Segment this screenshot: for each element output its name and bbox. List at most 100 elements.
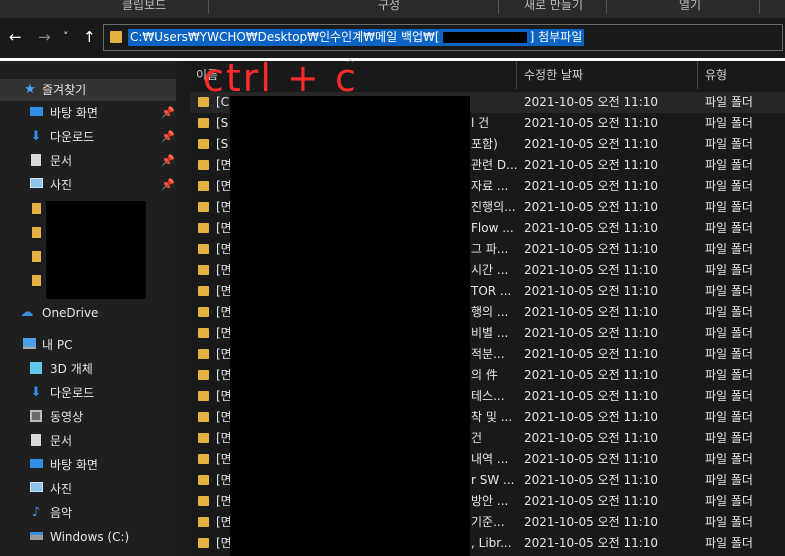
folder-icon (198, 181, 209, 191)
row-date: 2021-10-05 오전 11:10 (524, 431, 659, 445)
picture-icon (29, 178, 43, 192)
folder-icon (29, 275, 43, 289)
cloud-icon: ☁ (20, 305, 34, 320)
row-date: 2021-10-05 오전 11:10 (524, 221, 659, 235)
column-separator[interactable] (697, 61, 698, 89)
pin-icon[interactable]: 📌 (161, 150, 175, 172)
sidebar-item-desktop[interactable]: 바탕 화면 (0, 454, 176, 476)
folder-icon (198, 139, 209, 149)
sidebar-item-label: 3D 개체 (50, 362, 93, 376)
navigation-pane: ★ 즐겨찾기 바탕 화면 📌 ⬇ 다운로드 📌 문서 📌 사진 📌 ☁ OneD… (0, 61, 176, 556)
ribbon-group-labels: 클립보드 구성 새로 만들기 열기 (0, 0, 785, 18)
annotation-text: ctrl + c (203, 56, 358, 100)
folder-icon (198, 202, 209, 212)
folder-icon (29, 227, 43, 241)
back-arrow-icon[interactable]: ← (9, 28, 22, 46)
recent-locations-chevron-icon[interactable]: ˅ (63, 28, 69, 46)
sidebar-item-onedrive[interactable]: ☁ OneDrive (0, 302, 176, 324)
column-header-type[interactable]: 유형 (705, 61, 727, 89)
document-icon (29, 154, 43, 168)
up-arrow-icon[interactable]: ↑ (83, 28, 96, 46)
sidebar-item-documents[interactable]: 문서 (0, 430, 176, 452)
row-name-tail: 방안 ... (471, 494, 509, 508)
document-icon (29, 434, 43, 448)
row-type: 파일 폴더 (705, 389, 753, 403)
sidebar-item-3d-objects[interactable]: 3D 개체 (0, 358, 176, 380)
row-name-tail: 기준... (471, 515, 505, 529)
folder-icon (198, 391, 209, 401)
redaction-box (46, 201, 146, 299)
desktop-icon (29, 458, 43, 472)
folder-icon (198, 118, 209, 128)
row-type: 파일 폴더 (705, 494, 753, 508)
sidebar-item-pictures-pinned[interactable]: 사진 📌 (0, 174, 176, 196)
row-date: 2021-10-05 오전 11:10 (524, 158, 659, 172)
sidebar-item-desktop-pinned[interactable]: 바탕 화면 📌 (0, 102, 176, 124)
picture-icon (29, 482, 43, 496)
row-date: 2021-10-05 오전 11:10 (524, 263, 659, 277)
row-date: 2021-10-05 오전 11:10 (524, 326, 659, 340)
row-type: 파일 폴더 (705, 326, 753, 340)
row-date: 2021-10-05 오전 11:10 (524, 347, 659, 361)
row-type: 파일 폴더 (705, 431, 753, 445)
pin-icon[interactable]: 📌 (161, 102, 175, 124)
row-name-tail: 비별 ... (471, 326, 509, 340)
folder-icon (198, 265, 209, 275)
row-name-tail: 건 (471, 431, 483, 445)
folder-icon (198, 496, 209, 506)
column-separator[interactable] (516, 61, 517, 89)
sidebar-item-label: 음악 (50, 506, 73, 520)
row-name: [S (216, 137, 229, 151)
folder-icon (198, 349, 209, 359)
row-name-tail: l 건 (471, 116, 490, 130)
download-icon: ⬇ (30, 385, 42, 400)
sidebar-item-pictures[interactable]: 사진 (0, 478, 176, 500)
row-type: 파일 폴더 (705, 347, 753, 361)
sidebar-item-videos[interactable]: 동영상 (0, 406, 176, 428)
sidebar-item-quick-access[interactable]: ★ 즐겨찾기 (0, 79, 176, 101)
music-icon: ♪ (31, 505, 41, 520)
address-row: ← → ˅ ↑ C:₩Users₩YWCHO₩Desktop₩인수인계₩메일 백… (0, 18, 785, 58)
row-date: 2021-10-05 오전 11:10 (524, 410, 659, 424)
video-icon (29, 410, 43, 424)
ribbon-separator (759, 0, 760, 14)
sidebar-item-music[interactable]: ♪ 음악 (0, 502, 176, 524)
folder-icon (198, 160, 209, 170)
row-type: 파일 폴더 (705, 410, 753, 424)
row-type: 파일 폴더 (705, 158, 753, 172)
ribbon-separator (606, 0, 607, 14)
pin-icon[interactable]: 📌 (161, 126, 175, 148)
column-header-modified[interactable]: 수정한 날짜 (524, 61, 583, 89)
address-path-suffix: ] 첨부파일 (529, 30, 583, 44)
sidebar-item-label: 동영상 (50, 410, 84, 424)
address-path-prefix: C:₩Users₩YWCHO₩Desktop₩인수인계₩메일 백업₩[ (130, 30, 440, 44)
sidebar-item-downloads[interactable]: ⬇ 다운로드 (0, 382, 176, 404)
sidebar-item-windows-c[interactable]: Windows (C:) (0, 526, 176, 548)
row-date: 2021-10-05 오전 11:10 (524, 137, 659, 151)
forward-arrow-icon[interactable]: → (38, 28, 51, 46)
folder-icon (198, 307, 209, 317)
row-name-tail: 착 및 ... (471, 410, 513, 424)
row-date: 2021-10-05 오전 11:10 (524, 284, 659, 298)
row-date: 2021-10-05 오전 11:10 (524, 179, 659, 193)
row-type: 파일 폴더 (705, 221, 753, 235)
sidebar-item-label: 사진 (50, 482, 73, 496)
sidebar-item-documents-pinned[interactable]: 문서 📌 (0, 150, 176, 172)
ribbon-clipboard-label: 클립보드 (122, 0, 167, 12)
row-date: 2021-10-05 오전 11:10 (524, 389, 659, 403)
row-type: 파일 폴더 (705, 473, 753, 487)
pc-icon (22, 338, 36, 352)
cube-icon (29, 362, 43, 376)
sidebar-item-this-pc[interactable]: 내 PC (0, 334, 176, 356)
ribbon-separator (498, 0, 499, 14)
sidebar-scrollbar[interactable] (176, 61, 190, 556)
sidebar-item-label: 내 PC (42, 338, 73, 352)
address-path-selected[interactable]: C:₩Users₩YWCHO₩Desktop₩인수인계₩메일 백업₩[ ] 첨부파… (128, 29, 585, 46)
ribbon-new-label: 새로 만들기 (524, 0, 584, 12)
address-bar[interactable]: C:₩Users₩YWCHO₩Desktop₩인수인계₩메일 백업₩[ ] 첨부파… (103, 24, 783, 51)
row-type: 파일 폴더 (705, 536, 753, 550)
drive-icon (29, 530, 43, 544)
row-date: 2021-10-05 오전 11:10 (524, 473, 659, 487)
pin-icon[interactable]: 📌 (161, 174, 175, 196)
sidebar-item-downloads-pinned[interactable]: ⬇ 다운로드 📌 (0, 126, 176, 148)
